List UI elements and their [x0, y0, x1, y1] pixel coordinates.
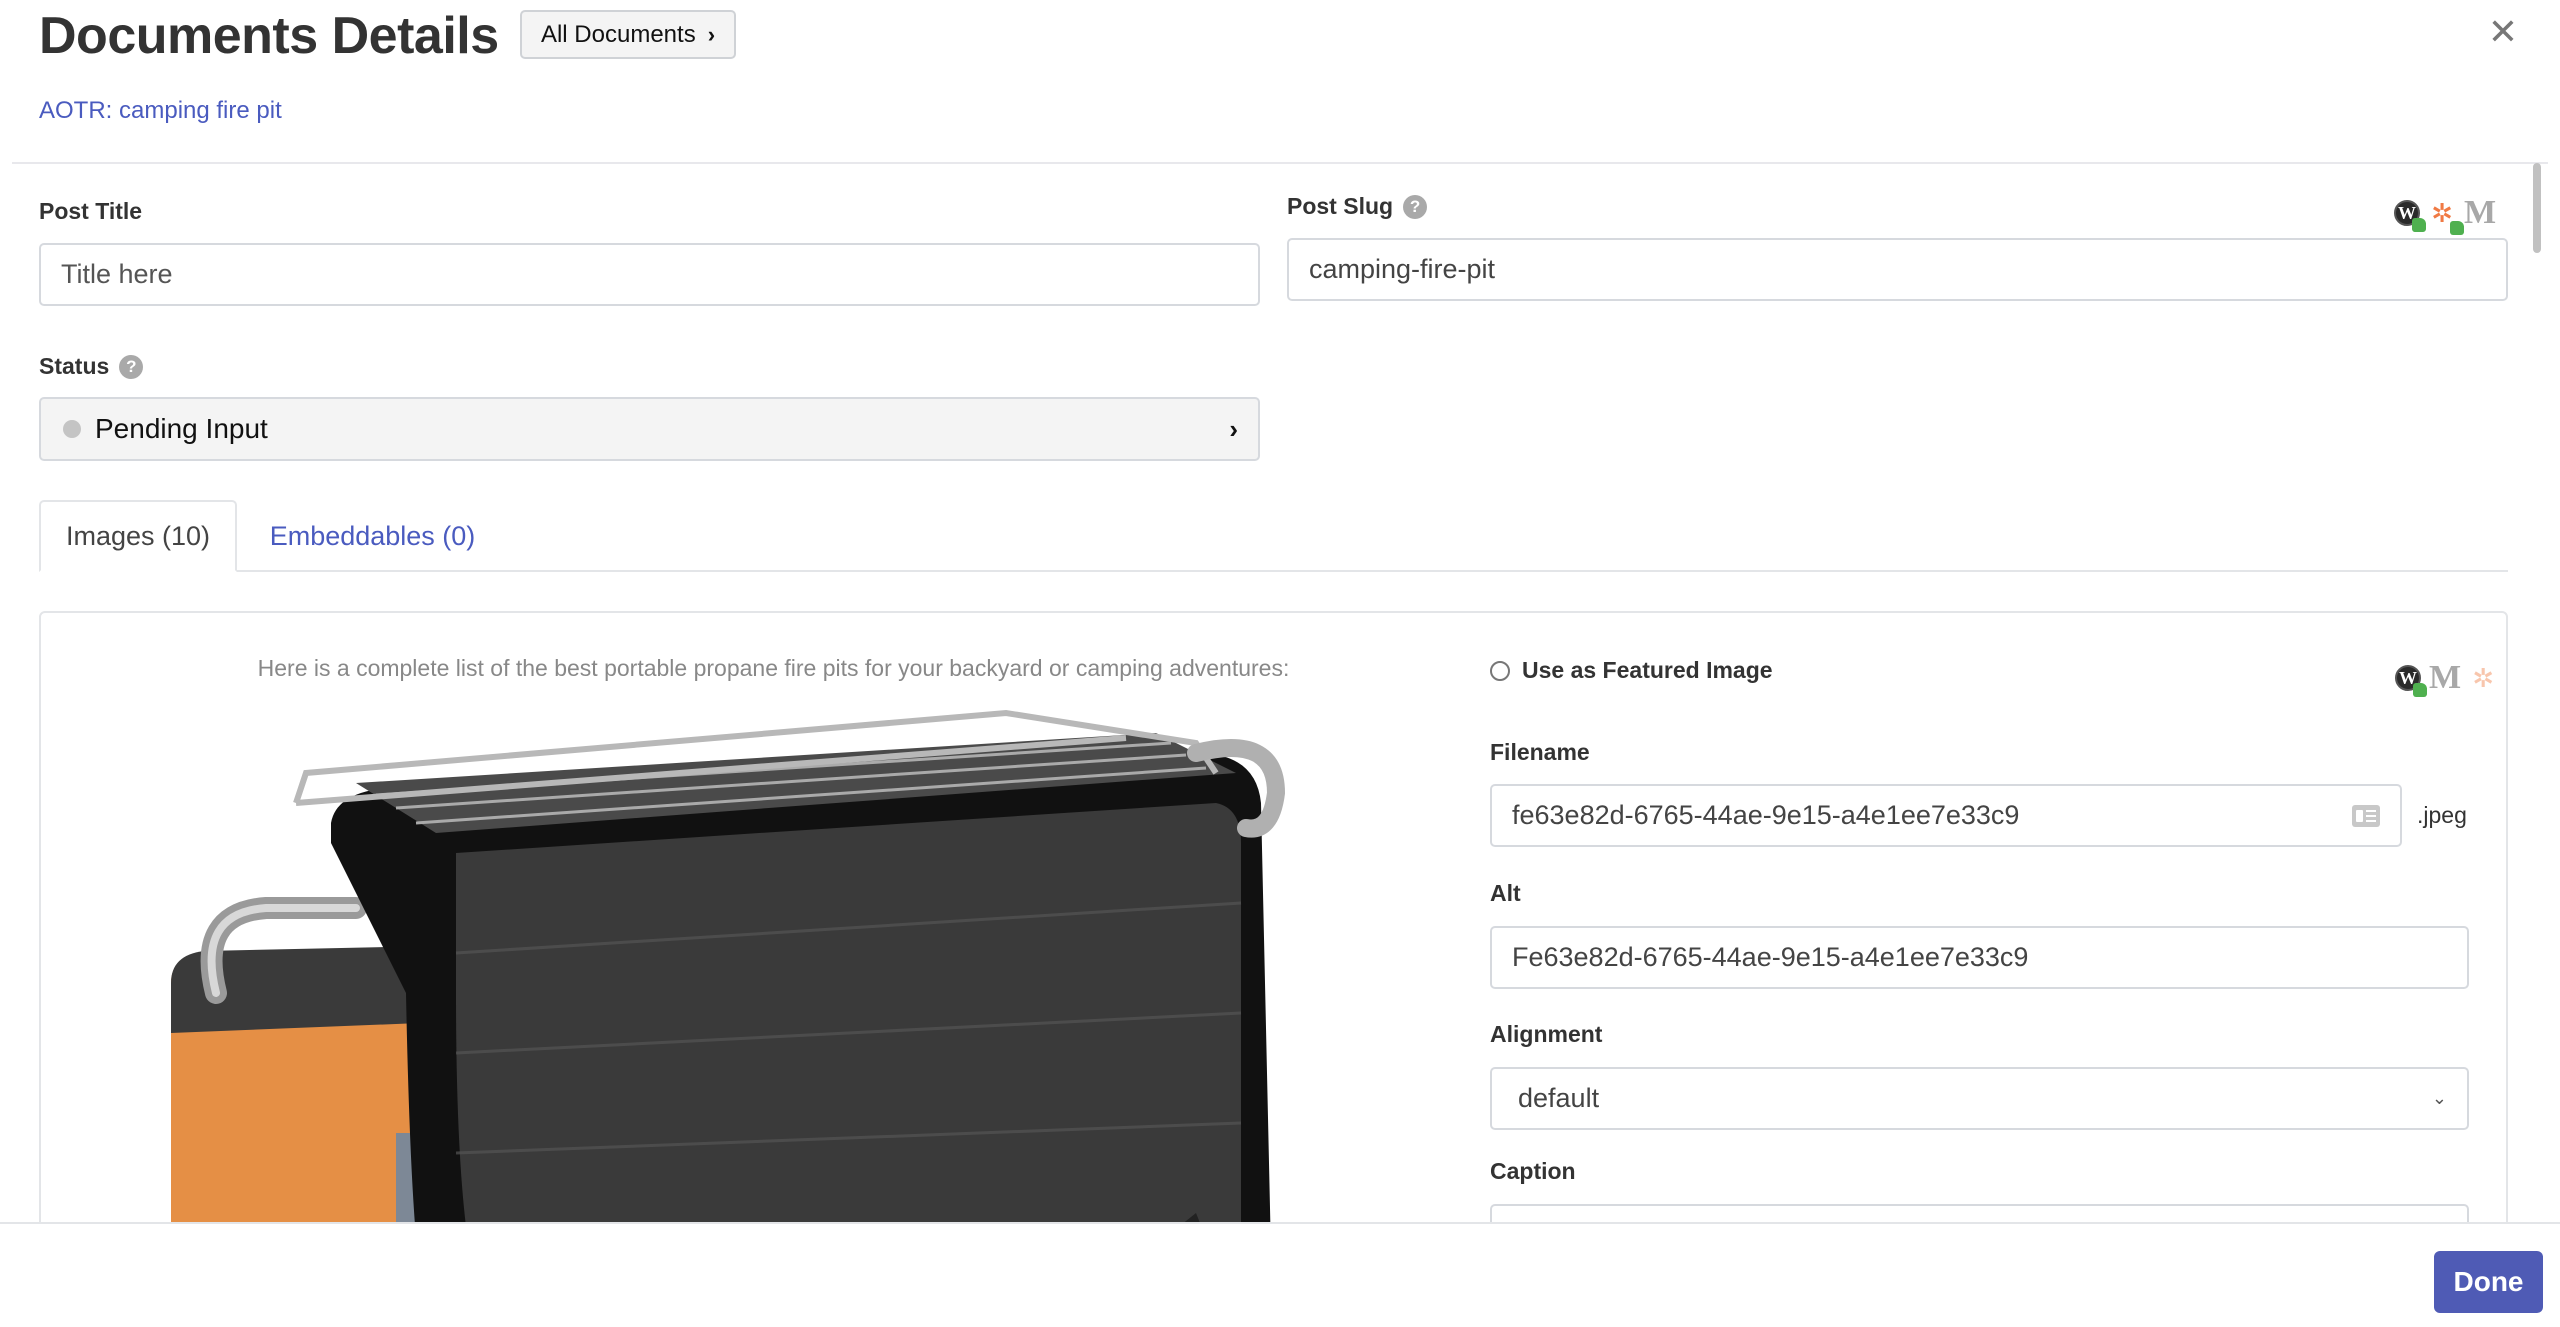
filename-label: Filename	[1490, 739, 1590, 765]
post-slug-label-text: Post Slug	[1287, 193, 1394, 219]
post-slug-field[interactable]	[1287, 238, 2508, 301]
post-slug-label: Post Slug ?	[1287, 193, 1428, 220]
product-image	[171, 709, 1286, 1289]
hubspot-icon: ✲	[2472, 662, 2494, 693]
image-card: Here is a complete list of the best port…	[39, 611, 2508, 1291]
thumbs-up-icon	[2450, 221, 2464, 235]
medium-icon: M	[2464, 194, 2497, 231]
chevron-right-icon: ›	[1229, 413, 1238, 444]
all-documents-label: All Documents	[540, 20, 696, 48]
filename-field[interactable]	[1490, 784, 2402, 847]
slug-platform-icons: W ✲ M	[2394, 194, 2497, 235]
chevron-right-icon: ›	[707, 21, 716, 47]
post-title-input[interactable]	[61, 259, 1238, 290]
document-link[interactable]: AOTR: camping fire pit	[39, 97, 282, 125]
status-label: Status ?	[39, 353, 144, 380]
id-card-icon[interactable]	[2352, 804, 2380, 827]
medium-icon: M	[2429, 659, 2462, 696]
header-divider	[12, 162, 2548, 164]
status-select[interactable]: Pending Input ›	[39, 397, 1260, 461]
alt-input[interactable]	[1512, 942, 2447, 973]
radio-button[interactable]	[1490, 660, 1510, 681]
post-title-field[interactable]	[39, 243, 1260, 306]
alignment-label: Alignment	[1490, 1021, 1603, 1047]
footer	[0, 1224, 2560, 1327]
caption-label: Caption	[1490, 1158, 1576, 1184]
post-title-label: Post Title	[39, 198, 142, 225]
alignment-value: default	[1518, 1083, 1600, 1113]
wordpress-icon: W	[2395, 665, 2427, 697]
scrollbar[interactable]	[2533, 163, 2541, 253]
thumbs-up-icon	[2412, 218, 2426, 232]
tab-bar: Images (10) Embeddables (0)	[39, 500, 2508, 572]
chevron-down-icon: ⌄	[2431, 1088, 2447, 1108]
page-title: Documents Details	[39, 7, 499, 65]
help-icon[interactable]: ?	[1403, 194, 1428, 219]
help-icon[interactable]: ?	[119, 354, 144, 379]
thumbs-up-icon	[2413, 683, 2427, 697]
filename-input[interactable]	[1512, 800, 2352, 831]
post-title-label-text: Post Title	[39, 198, 143, 224]
status-value: Pending Input	[63, 413, 268, 445]
status-text: Pending Input	[95, 413, 268, 444]
alignment-select[interactable]: default ⌄	[1490, 1067, 2469, 1130]
use-as-featured-image-label: Use as Featured Image	[1522, 657, 1773, 683]
close-icon[interactable]: ✕	[2486, 11, 2520, 52]
footer-divider	[0, 1222, 2560, 1224]
done-button[interactable]: Done	[2434, 1251, 2543, 1313]
tab-images[interactable]: Images (10)	[39, 500, 237, 572]
image-platform-icons: W M ✲	[2395, 659, 2497, 697]
status-dot-icon	[63, 420, 81, 438]
post-slug-input[interactable]	[1309, 254, 2486, 285]
image-caption-text: Here is a complete list of the best port…	[257, 655, 1290, 681]
all-documents-button[interactable]: All Documents ›	[520, 10, 736, 59]
hubspot-icon: ✲	[2428, 198, 2464, 235]
file-extension: .jpeg	[2417, 802, 2467, 828]
alt-field[interactable]	[1490, 926, 2469, 989]
wordpress-icon: W	[2394, 200, 2426, 232]
status-label-text: Status	[39, 353, 110, 379]
use-as-featured-image-radio[interactable]: Use as Featured Image	[1490, 657, 1773, 684]
tab-embeddables[interactable]: Embeddables (0)	[265, 500, 480, 572]
image-details-panel: Use as Featured Image W M ✲ Filename .jp…	[1490, 613, 2494, 1289]
alt-label: Alt	[1490, 880, 1521, 906]
